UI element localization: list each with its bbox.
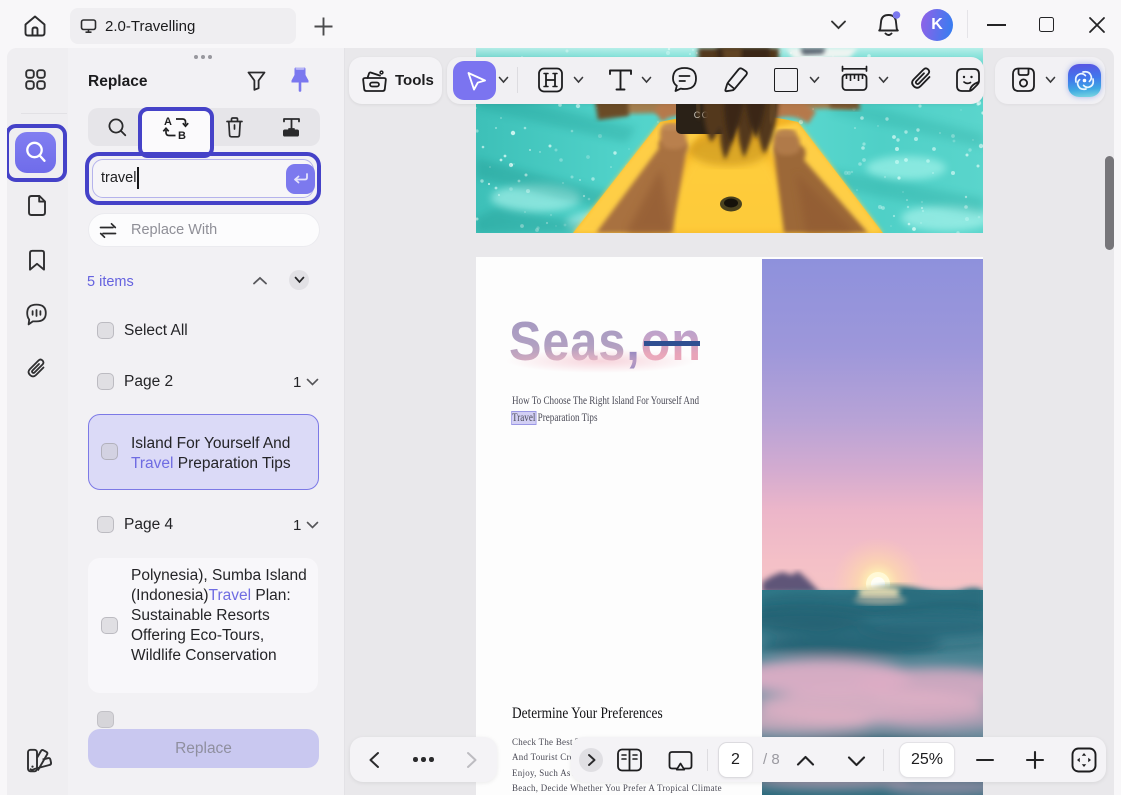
svg-text:A: A bbox=[164, 116, 172, 128]
svg-text:B: B bbox=[178, 130, 186, 141]
